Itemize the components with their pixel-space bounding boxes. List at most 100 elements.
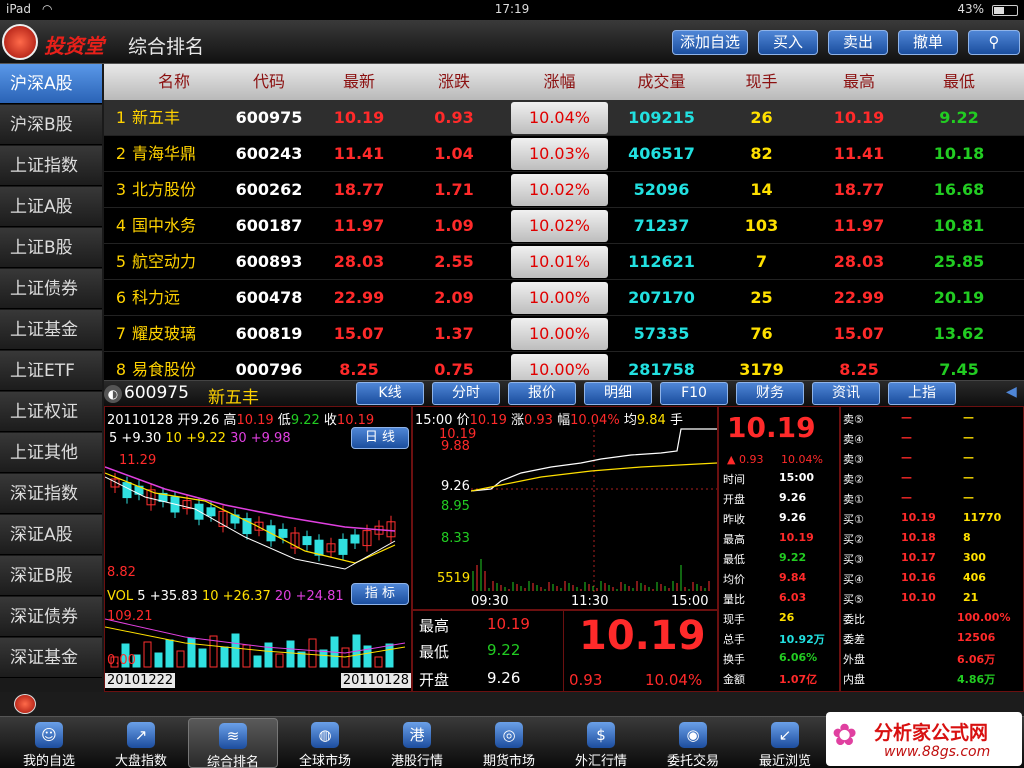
volume-bar	[220, 646, 229, 668]
table-row[interactable]: 8 易食股份 000796 8.25 0.75 10.00% 281758 3179 8.25 7…	[104, 352, 1024, 380]
sidebar-item-9[interactable]: 上证其他	[0, 433, 102, 473]
sidebar-item-11[interactable]: 深证A股	[0, 515, 102, 555]
nav-item-1[interactable]: ↗ 大盘指数	[96, 718, 186, 768]
table-row[interactable]: 4 国中水务 600187 11.97 1.09 10.02% 71237 103 11.97 1…	[104, 208, 1024, 244]
row-low-cell: 10.18	[933, 144, 985, 163]
sidebar-item-5[interactable]: 上证债券	[0, 269, 102, 309]
row-name-cell: 易食股份	[132, 360, 197, 379]
sidebar-item-12[interactable]: 深证B股	[0, 556, 102, 596]
nav-item-8[interactable]: ↙ 最近浏览	[740, 718, 830, 768]
row-chg-cell: 0.93	[434, 108, 474, 127]
column-header-0[interactable]: 名称	[124, 64, 224, 100]
nav-item-3[interactable]: ◍ 全球市场	[280, 718, 370, 768]
row-last-cell: 8.25	[339, 360, 379, 379]
row-vol-cell: 406517	[628, 144, 695, 163]
intraday-chart[interactable]	[471, 425, 717, 593]
sidebar-item-7[interactable]: 上证ETF	[0, 351, 102, 391]
detail-tab-4[interactable]: F10	[660, 382, 728, 405]
volume-bar	[176, 650, 185, 668]
row-pct-cell: 10.00%	[511, 354, 608, 380]
buy-button[interactable]: 买入	[758, 30, 818, 55]
kline-chart[interactable]	[105, 449, 411, 581]
intraday-time-end: 15:00	[671, 594, 709, 609]
table-row[interactable]: 5 航空动力 600893 28.03 2.55 10.01% 112621 7 28.03 25…	[104, 244, 1024, 280]
sidebar-item-10[interactable]: 深证指数	[0, 474, 102, 514]
candle	[158, 487, 168, 508]
book-quantity: —	[963, 431, 974, 444]
sell-button[interactable]: 卖出	[828, 30, 888, 55]
row-high-cell: 18.77	[833, 180, 885, 199]
add-watchlist-button[interactable]: 添加自选	[672, 30, 748, 55]
column-header-2[interactable]: 最新	[314, 64, 404, 100]
nav-item-0[interactable]: ☺ 我的自选	[4, 718, 94, 768]
volume-bar	[198, 648, 207, 668]
nav-item-5[interactable]: ◎ 期货市场	[464, 718, 554, 768]
table-row[interactable]: 3 北方股份 600262 18.77 1.71 10.02% 52096 14 18.77 16…	[104, 172, 1024, 208]
table-header: 名称 代码 最新 涨跌 涨幅 成交量 现手 最高 最低	[104, 64, 1024, 100]
daily-period-button[interactable]: 日 线	[351, 427, 409, 449]
collapse-icon[interactable]: ◐	[104, 385, 122, 403]
sidebar-item-14[interactable]: 深证基金	[0, 638, 102, 678]
candle	[338, 533, 348, 561]
nav-item-7[interactable]: ◉ 委托交易	[648, 718, 738, 768]
quote-field-label: 最高	[723, 533, 745, 546]
volume-legend: VOL 5 +35.83 10 +26.37 20 +24.81	[107, 589, 344, 604]
quote-field-label: 现手	[723, 613, 745, 626]
order-book-panel: 卖⑤ — — 卖④ — — 卖③ — — 卖② — — 卖① — — 买① 10.19 11770 买② 10.18 8…	[840, 406, 1024, 692]
column-header-7[interactable]: 最高	[809, 64, 909, 100]
table-row[interactable]: 2 青海华鼎 600243 11.41 1.04 10.03% 406517 82 11.41 1…	[104, 136, 1024, 172]
recent-icon: ↙	[771, 722, 799, 748]
column-header-1[interactable]: 代码	[224, 64, 314, 100]
row-index: 7	[115, 324, 127, 343]
detail-tab-6[interactable]: 资讯	[812, 382, 880, 405]
indicator-button[interactable]: 指 标	[351, 583, 409, 605]
nav-label: 综合排名	[206, 755, 259, 768]
row-index: 3	[115, 180, 127, 199]
row-low-cell: 9.22	[939, 108, 979, 127]
column-header-5[interactable]: 成交量	[609, 64, 714, 100]
book-quantity: 11770	[963, 511, 1002, 524]
row-chg-cell: 1.09	[434, 216, 474, 235]
column-header-3[interactable]: 涨跌	[404, 64, 504, 100]
volume-bar	[154, 652, 163, 668]
quote-field-value: 6.03	[779, 591, 807, 604]
quote-field-label: 时间	[723, 473, 745, 486]
volume-bar	[187, 637, 196, 668]
column-header-4[interactable]: 涨幅	[511, 64, 608, 100]
book-price: 10.18	[901, 531, 936, 544]
search-button[interactable]: ⚲	[968, 30, 1020, 55]
detail-tab-3[interactable]: 明细	[584, 382, 652, 405]
table-row[interactable]: 6 科力远 600478 22.99 2.09 10.00% 207170 25 22.99 20…	[104, 280, 1024, 316]
nav-item-2[interactable]: ≋ 综合排名	[188, 718, 278, 768]
row-index: 6	[115, 288, 127, 307]
expand-arrow-icon[interactable]: ◀	[1006, 384, 1017, 400]
app-logo-icon[interactable]	[14, 694, 36, 714]
kline-ma-legend: 5 +9.30 10 +9.22 30 +9.98	[109, 431, 291, 446]
book-price: 10.19	[901, 511, 936, 524]
nav-item-6[interactable]: $ 外汇行情	[556, 718, 646, 768]
sidebar-item-6[interactable]: 上证基金	[0, 310, 102, 350]
column-header-6[interactable]: 现手	[714, 64, 809, 100]
volume-bar	[385, 643, 394, 668]
row-last-cell: 22.99	[333, 288, 385, 307]
column-header-8[interactable]: 最低	[909, 64, 1009, 100]
sidebar-item-0[interactable]: 沪深A股	[0, 64, 102, 104]
detail-tab-2[interactable]: 报价	[508, 382, 576, 405]
detail-tab-1[interactable]: 分时	[432, 382, 500, 405]
sidebar-item-3[interactable]: 上证A股	[0, 187, 102, 227]
candle	[314, 534, 324, 562]
sidebar-item-8[interactable]: 上证权证	[0, 392, 102, 432]
cancel-order-button[interactable]: 撤单	[898, 30, 958, 55]
sidebar-item-2[interactable]: 上证指数	[0, 146, 102, 186]
detail-tab-5[interactable]: 财务	[736, 382, 804, 405]
summary-open: 9.26	[487, 669, 521, 687]
detail-tab-7[interactable]: 上指	[888, 382, 956, 405]
sidebar-item-13[interactable]: 深证债券	[0, 597, 102, 637]
table-row[interactable]: 7 耀皮玻璃 600819 15.07 1.37 10.00% 57335 76 15.07 13…	[104, 316, 1024, 352]
table-row[interactable]: 1 新五丰 600975 10.19 0.93 10.04% 109215 26 10.19 9.…	[104, 100, 1024, 136]
detail-tab-0[interactable]: K线	[356, 382, 424, 405]
row-name-cell: 北方股份	[132, 180, 197, 199]
sidebar-item-4[interactable]: 上证B股	[0, 228, 102, 268]
nav-item-4[interactable]: 港港股行情	[372, 718, 462, 768]
sidebar-item-1[interactable]: 沪深B股	[0, 105, 102, 145]
